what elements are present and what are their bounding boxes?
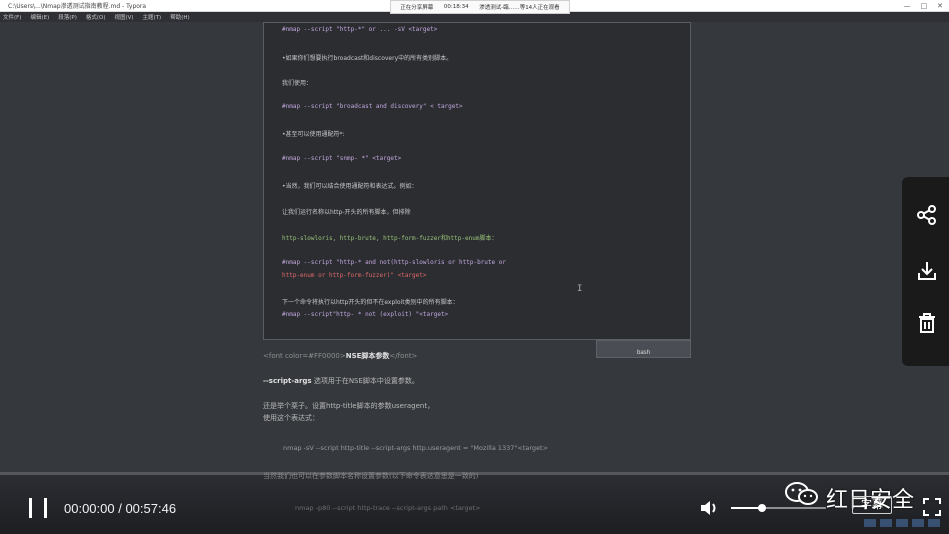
volume-icon[interactable]	[700, 499, 720, 517]
code-block: #nmap --script "http-*" or ... -sV <targ…	[263, 22, 691, 340]
screen-share-bar: 正在分享屏幕 00:18:34 渗透测试-臨……等14人正在观看	[390, 0, 570, 14]
window-title: C:\Users\...\Nmap渗透测试指南教程.md - Typora	[8, 3, 147, 10]
heading-text: NSE脚本参数	[345, 352, 390, 360]
text-cursor-icon: I	[577, 284, 583, 294]
code-language-tag[interactable]: bash	[596, 340, 691, 358]
tray-icon	[896, 519, 908, 527]
maximize-icon: □	[920, 2, 928, 10]
command-example-1: nmap -sV --script http-title --script-ar…	[283, 444, 549, 452]
code-line: http-enum or http-form-fuzzer)" <target>	[282, 272, 427, 279]
font-close-tag: </font>	[389, 352, 418, 360]
wechat-icon	[785, 482, 818, 505]
code-line: 我们使用：	[282, 80, 313, 87]
code-line: #nmap --script "broadcast and discovery"…	[282, 103, 463, 110]
code-line: •如果你们想要执行broadcast和discovery中的所有类别脚本。	[282, 55, 453, 62]
code-line: •甚至可以使用通配符*:	[282, 131, 345, 138]
video-player-screen: C:\Users\...\Nmap渗透测试指南教程.md - Typora — …	[0, 0, 949, 534]
font-open-tag: <font color=#FF0000>	[263, 352, 346, 360]
taskbar-tray	[864, 519, 948, 529]
duration: 00:57:46	[125, 501, 177, 516]
menu-view: 视图(V)	[114, 15, 134, 21]
menu-theme: 主题(T)	[142, 15, 162, 21]
code-line: 让我们运行名称以http-开头的所有脚本，但排除	[282, 209, 411, 216]
fullscreen-icon[interactable]	[923, 498, 941, 516]
share-status: 正在分享屏幕	[400, 5, 434, 11]
code-language-label: bash	[636, 350, 650, 356]
subtitle-button[interactable]: 字幕	[852, 496, 892, 514]
pause-button[interactable]	[27, 497, 49, 519]
pause-icon	[29, 498, 32, 518]
download-icon[interactable]	[916, 260, 938, 282]
section-heading: <font color=#FF0000>NSE脚本参数</font>	[263, 351, 417, 361]
arg-text: 选项用于在NSE脚本中设置参数。	[311, 377, 419, 385]
delete-icon[interactable]	[916, 312, 938, 334]
code-line: #nmap --script "snmp- *" <target>	[282, 155, 402, 162]
menu-help: 帮助(H)	[170, 15, 190, 21]
current-time: 00:00:00	[64, 501, 115, 516]
menu-file: 文件(F)	[3, 15, 22, 21]
menu-paragraph: 段落(P)	[58, 15, 77, 21]
player-controls: 当然我们也可以在参数脚本名称设置参数(以下命令表达意思是一致的) nmap -p…	[0, 472, 949, 534]
time-separator: /	[114, 501, 126, 516]
tray-icon	[880, 519, 892, 527]
code-line: 下一个命令将执行以http开头的但不在exploit类别中的所有脚本：	[282, 299, 459, 306]
code-line: •当然，我们可以结合使用通配符和表达式。例如：	[282, 183, 418, 190]
menu-edit: 编辑(E)	[30, 15, 50, 21]
window-controls: — □ ✕	[904, 0, 944, 12]
code-line: #nmap --script"http- * not (exploit) "<t…	[282, 311, 449, 318]
arg-description: --script-args 选项用于在NSE脚本中设置参数。	[263, 376, 419, 386]
code-line: #nmap --script "http-* and not(http-slow…	[282, 259, 506, 266]
overlay-doc-text: 当然我们也可以在参数脚本名称设置参数(以下命令表达意思是一致的)	[263, 472, 479, 480]
share-viewers: 渗透测试-臨……等14人正在观看	[479, 5, 560, 11]
time-display: 00:00:00 / 00:57:46	[64, 501, 176, 516]
menu-format: 格式(O)	[85, 15, 106, 21]
command-example-2: nmap -p80 --script http-trace --script-a…	[295, 504, 481, 512]
share-elapsed: 00:18:34	[443, 4, 469, 10]
pause-icon-bar	[44, 498, 47, 518]
share-icon[interactable]	[916, 204, 938, 226]
volume-knob[interactable]	[758, 504, 767, 512]
code-line: #nmap --script "http-*" or ... -sV <targ…	[282, 26, 438, 33]
tray-icon	[928, 519, 940, 527]
document-area: #nmap --script "http-*" or ... -sV <targ…	[0, 22, 949, 472]
example-line-1: 还是举个栗子。设置http-title脚本的参数useragent，	[263, 402, 435, 410]
example-line-2: 使用这个表达式：	[263, 414, 319, 422]
tray-icon	[912, 519, 924, 527]
action-rail	[902, 177, 949, 366]
close-icon: ✕	[937, 2, 943, 10]
code-line: http-slowloris, http-brute, http-form-fu…	[282, 235, 498, 242]
arg-label: --script-args	[263, 377, 312, 385]
tray-icon	[864, 519, 876, 527]
minimize-icon: —	[903, 2, 911, 10]
